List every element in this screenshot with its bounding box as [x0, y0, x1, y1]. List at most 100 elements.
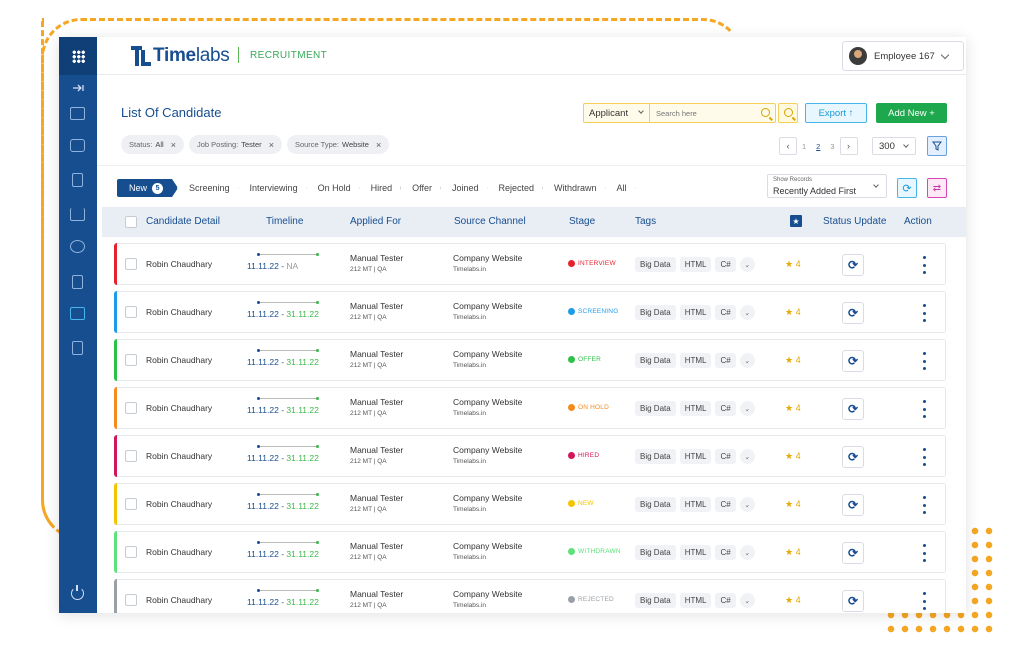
- chevron-down-icon[interactable]: ⌄: [739, 305, 755, 320]
- select-all-checkbox[interactable]: [125, 216, 137, 228]
- stage-tab[interactable]: Rejected: [489, 179, 544, 197]
- job-title[interactable]: Manual Tester: [350, 445, 403, 455]
- job-title[interactable]: Manual Tester: [350, 541, 403, 551]
- status-update-button[interactable]: ⟳: [842, 350, 864, 372]
- job-title[interactable]: Manual Tester: [350, 397, 403, 407]
- status-update-button[interactable]: ⟳: [842, 494, 864, 516]
- star-icon[interactable]: ★: [790, 215, 802, 227]
- job-title[interactable]: Manual Tester: [350, 589, 403, 599]
- page-number[interactable]: 3: [830, 142, 834, 151]
- table-row[interactable]: Robin Chaudhary 11.11.22 - 31.11.22 Manu…: [114, 435, 946, 477]
- column-header[interactable]: Candidate Detail: [146, 216, 220, 227]
- add-new-button[interactable]: Add New +: [876, 103, 947, 123]
- column-header[interactable]: Source Channel: [454, 216, 526, 227]
- status-update-button[interactable]: ⟳: [842, 254, 864, 276]
- stage-tab[interactable]: All: [607, 179, 636, 197]
- chevron-down-icon[interactable]: ⌄: [739, 353, 755, 368]
- candidate-name[interactable]: Robin Chaudhary: [146, 547, 212, 557]
- job-title[interactable]: Manual Tester: [350, 253, 403, 263]
- page-number[interactable]: 1: [802, 142, 806, 151]
- table-row[interactable]: Robin Chaudhary 11.11.22 - 31.11.22 Manu…: [114, 339, 946, 381]
- refresh-button[interactable]: ⟳: [897, 178, 917, 198]
- export-button[interactable]: Export ↑: [805, 103, 867, 123]
- more-actions-icon[interactable]: [921, 304, 927, 322]
- chevron-down-icon[interactable]: ⌄: [739, 593, 755, 608]
- more-actions-icon[interactable]: [921, 592, 927, 610]
- column-header[interactable]: Applied For: [350, 216, 401, 227]
- status-update-button[interactable]: ⟳: [842, 398, 864, 420]
- dashboard-icon[interactable]: [70, 107, 85, 120]
- chevron-down-icon[interactable]: ⌄: [739, 545, 755, 560]
- document-icon[interactable]: [72, 173, 83, 187]
- job-title[interactable]: Manual Tester: [350, 301, 403, 311]
- column-header[interactable]: Stage: [569, 216, 595, 227]
- row-checkbox[interactable]: [125, 306, 137, 318]
- more-actions-icon[interactable]: [921, 400, 927, 418]
- more-actions-icon[interactable]: [921, 496, 927, 514]
- table-row[interactable]: Robin Chaudhary 11.11.22 - 31.11.22 Manu…: [114, 531, 946, 573]
- stage-tab[interactable]: Offer: [402, 179, 441, 197]
- more-actions-icon[interactable]: [921, 352, 927, 370]
- stage-tab[interactable]: Joined: [442, 179, 488, 197]
- users-icon[interactable]: [70, 240, 85, 253]
- status-update-button[interactable]: ⟳: [842, 446, 864, 468]
- filter-button[interactable]: [927, 136, 947, 156]
- chevron-down-icon[interactable]: ⌄: [739, 497, 755, 512]
- search-input[interactable]: [650, 108, 750, 118]
- stage-tab[interactable]: On Hold: [308, 179, 360, 197]
- column-header[interactable]: Timeline: [266, 216, 303, 227]
- column-header[interactable]: Status Update: [823, 216, 886, 227]
- candidate-name[interactable]: Robin Chaudhary: [146, 595, 212, 605]
- stage-tab[interactable]: Screening: [179, 179, 239, 197]
- column-header[interactable]: Action: [904, 216, 932, 227]
- candidate-name[interactable]: Robin Chaudhary: [146, 499, 212, 509]
- more-actions-icon[interactable]: [921, 544, 927, 562]
- per-page-select[interactable]: 300: [872, 137, 916, 155]
- row-checkbox[interactable]: [125, 498, 137, 510]
- merge-candidates-button[interactable]: ⇄: [927, 178, 947, 198]
- table-row[interactable]: Robin Chaudhary 11.11.22 - 31.11.22 Manu…: [114, 483, 946, 525]
- table-row[interactable]: Robin Chaudhary 11.11.22 - 31.11.22 Manu…: [114, 387, 946, 429]
- table-row[interactable]: Robin Chaudhary 11.11.22 - 31.11.22 Manu…: [114, 291, 946, 333]
- chevron-down-icon[interactable]: ⌄: [739, 449, 755, 464]
- clipboard-icon[interactable]: [72, 275, 83, 289]
- collapse-icon[interactable]: [72, 84, 84, 92]
- candidate-name[interactable]: Robin Chaudhary: [146, 403, 212, 413]
- user-menu[interactable]: Employee 167: [842, 41, 964, 71]
- candidate-name[interactable]: Robin Chaudhary: [146, 451, 212, 461]
- stage-tab[interactable]: Withdrawn: [544, 179, 606, 197]
- status-update-button[interactable]: ⟳: [842, 542, 864, 564]
- status-update-button[interactable]: ⟳: [842, 590, 864, 612]
- row-checkbox[interactable]: [125, 594, 137, 606]
- app-grid-button[interactable]: [59, 37, 97, 75]
- badge-icon[interactable]: [72, 341, 83, 355]
- more-actions-icon[interactable]: [921, 448, 927, 466]
- stage-tab[interactable]: Hired: [361, 179, 402, 197]
- row-checkbox[interactable]: [125, 354, 137, 366]
- candidate-name[interactable]: Robin Chaudhary: [146, 355, 212, 365]
- search-scope-select[interactable]: Applicant: [584, 104, 650, 122]
- sort-select[interactable]: Show Records Recently Added First: [767, 174, 887, 198]
- job-title[interactable]: Manual Tester: [350, 349, 403, 359]
- table-row[interactable]: Robin Chaudhary 11.11.22 - 31.11.22 Manu…: [114, 579, 946, 613]
- job-title[interactable]: Manual Tester: [350, 493, 403, 503]
- row-checkbox[interactable]: [125, 546, 137, 558]
- search-icon[interactable]: [761, 108, 770, 117]
- chevron-down-icon[interactable]: ⌄: [739, 401, 755, 416]
- chevron-down-icon[interactable]: ⌄: [739, 257, 755, 272]
- close-icon[interactable]: ×: [269, 140, 274, 150]
- candidate-name[interactable]: Robin Chaudhary: [146, 307, 212, 317]
- candidate-name[interactable]: Robin Chaudhary: [146, 259, 212, 269]
- row-checkbox[interactable]: [125, 258, 137, 270]
- stage-tab[interactable]: New 5: [117, 179, 178, 197]
- briefcase-icon[interactable]: [70, 139, 85, 152]
- close-icon[interactable]: ×: [376, 140, 381, 150]
- close-icon[interactable]: ×: [171, 140, 176, 150]
- stage-tab[interactable]: Interviewing: [240, 179, 307, 197]
- row-checkbox[interactable]: [125, 450, 137, 462]
- chart-icon[interactable]: [70, 208, 85, 221]
- next-page-button[interactable]: ›: [839, 137, 858, 155]
- page-number-current[interactable]: 2: [816, 142, 820, 151]
- column-header[interactable]: Tags: [635, 216, 656, 227]
- more-actions-icon[interactable]: [921, 256, 927, 274]
